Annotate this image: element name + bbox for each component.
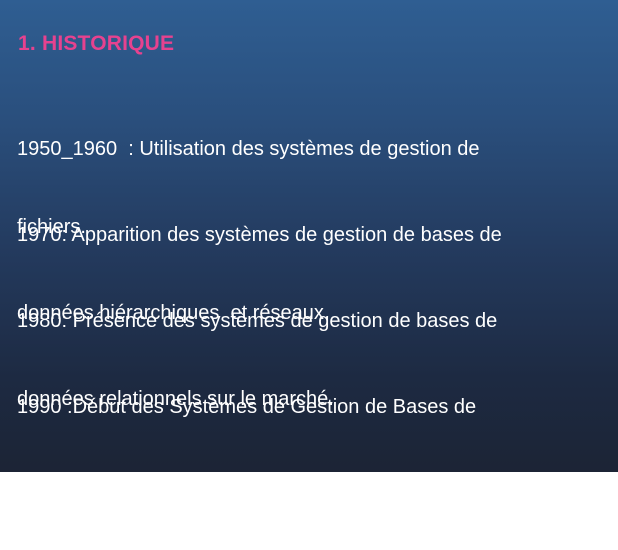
history-item-1990: 1990 :Début des Systèmes de Gestion de B… <box>17 342 607 550</box>
slide-title: 1. HISTORIQUE <box>18 32 175 55</box>
slide: 1. HISTORIQUE 1950_1960 : Utilisation de… <box>0 0 618 496</box>
history-item-text-line: 1970: Apparition des systèmes de gestion… <box>17 224 502 246</box>
history-item-text-line: 1990 :Début des Systèmes de Gestion de B… <box>17 396 477 418</box>
history-item-text-line: 1950_1960 : Utilisation des systèmes de … <box>17 138 480 160</box>
history-item-text-line: 1980: Présence des systèmes de gestion d… <box>17 310 498 332</box>
history-item-text-line: Données orientés objet. <box>17 474 229 496</box>
